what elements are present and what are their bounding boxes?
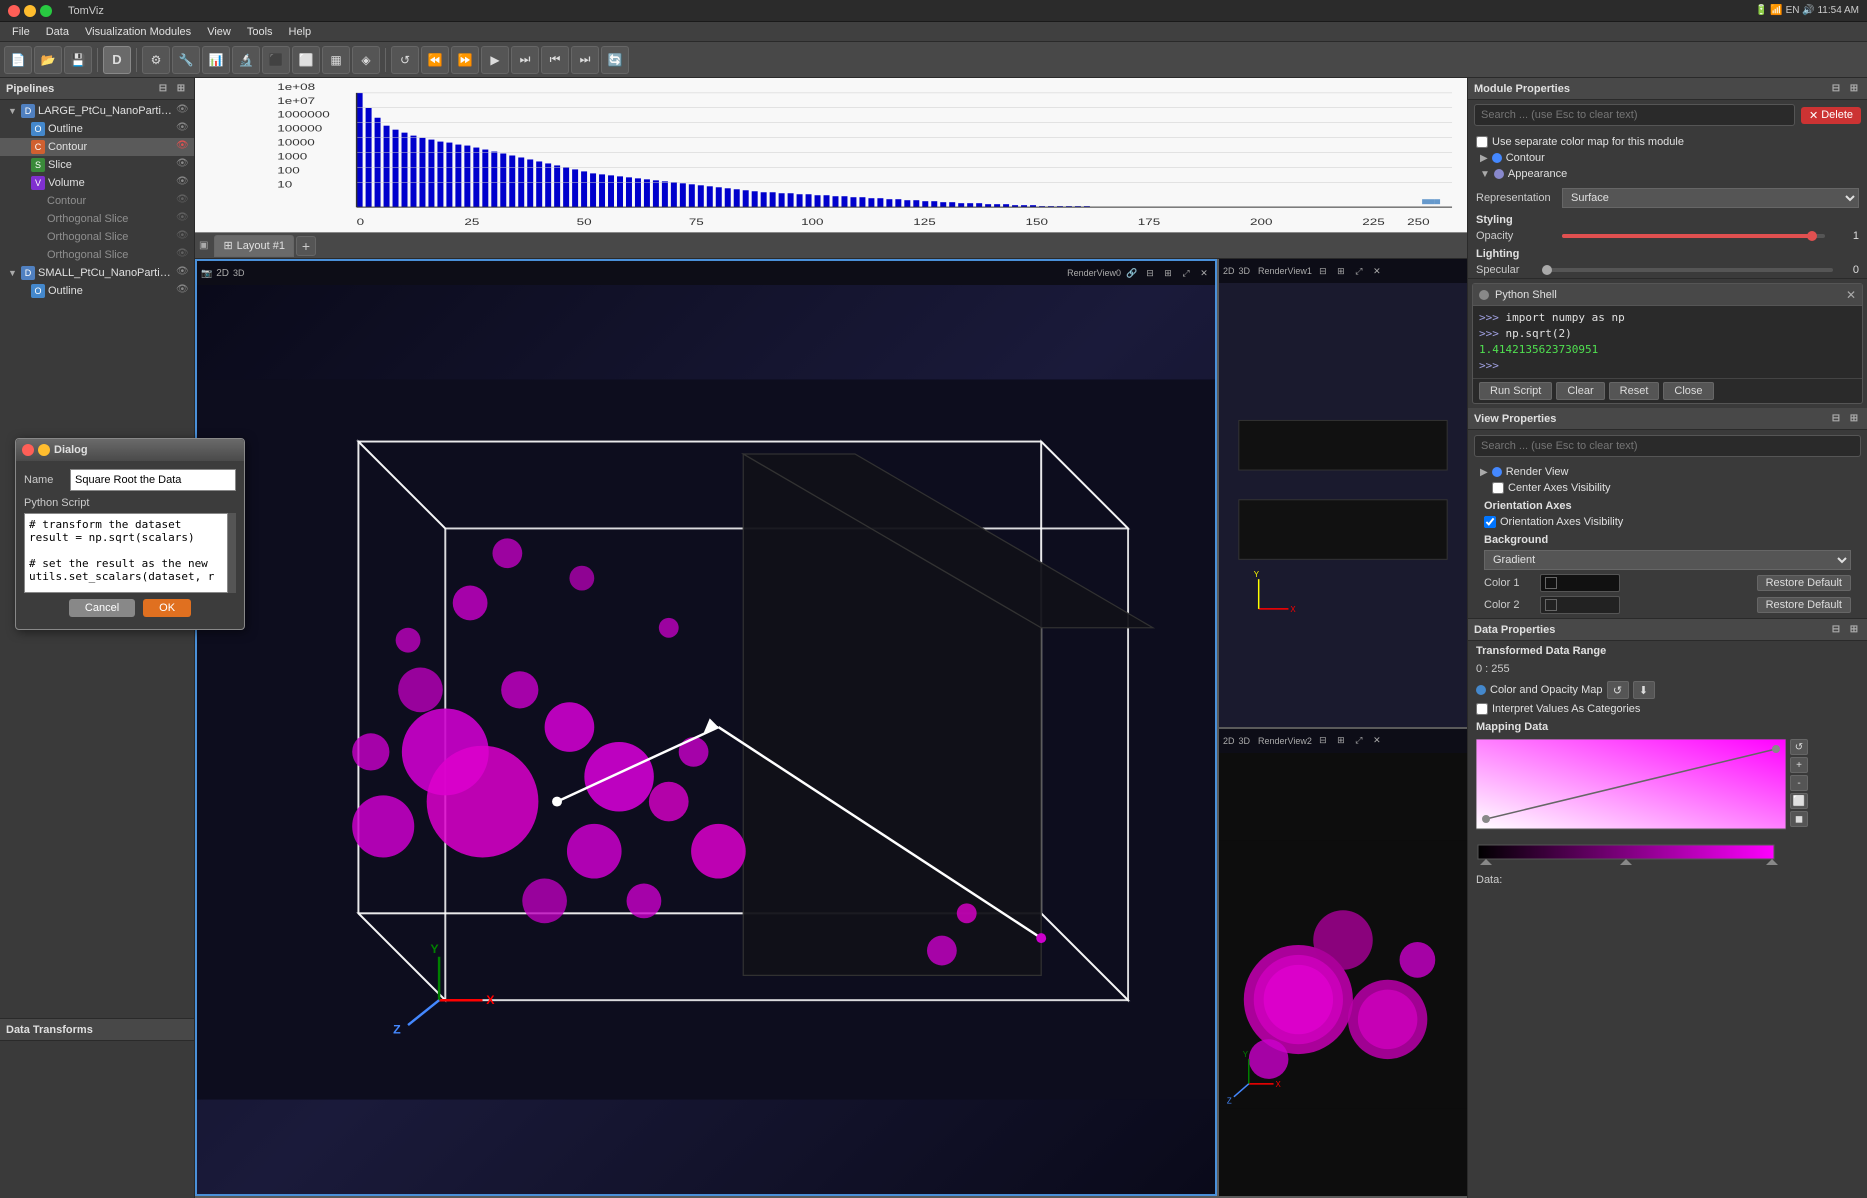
- dialog-name-label: Name: [24, 474, 64, 486]
- dialog-cancel-button[interactable]: Cancel: [69, 599, 135, 617]
- dialog-name-input[interactable]: [70, 469, 236, 491]
- dialog-content: Name Python Script # transform the datas…: [16, 461, 244, 629]
- dialog-script-textarea[interactable]: # transform the dataset result = np.sqrt…: [24, 513, 228, 593]
- dialog-buttons: Cancel OK: [24, 593, 236, 621]
- dialog-min-btn[interactable]: [38, 444, 50, 456]
- dialog-script-container: # transform the dataset result = np.sqrt…: [24, 513, 236, 593]
- dialog-title: Dialog: [54, 444, 88, 456]
- dialog-name-row: Name: [24, 469, 236, 491]
- dialog-close-btn[interactable]: [22, 444, 34, 456]
- dialog-script-label: Python Script: [24, 497, 236, 509]
- dialog-overlay: Dialog Name Python Script # transform th…: [0, 0, 1867, 1198]
- dialog-scrollbar[interactable]: [228, 513, 236, 593]
- dialog-box: Dialog Name Python Script # transform th…: [15, 438, 245, 630]
- dialog-titlebar: Dialog: [16, 439, 244, 461]
- dialog-ok-button[interactable]: OK: [143, 599, 191, 617]
- dialog-script-section: Python Script # transform the dataset re…: [24, 497, 236, 593]
